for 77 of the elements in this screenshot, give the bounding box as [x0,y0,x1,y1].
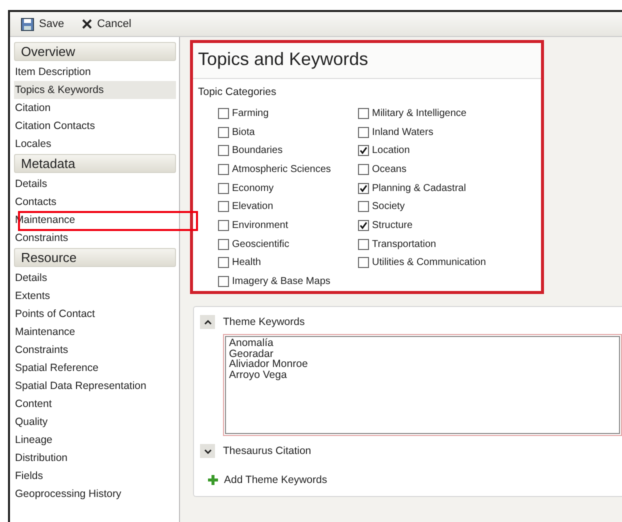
checkbox[interactable] [358,201,369,212]
sidebar-item[interactable]: Citation [14,99,176,117]
sidebar-item[interactable]: Quality [14,413,176,431]
save-button[interactable]: Save [18,16,68,32]
sidebar-item[interactable]: Topics & Keywords [14,81,176,99]
checkbox[interactable] [218,276,229,288]
collapse-button[interactable] [200,315,215,329]
sidebar-item[interactable]: Constraints [14,229,176,247]
checkbox[interactable] [218,238,229,250]
category-checkbox[interactable]: Boundaries [218,141,358,160]
cancel-button[interactable]: Cancel [79,16,134,32]
checkbox[interactable] [358,164,369,175]
close-icon [82,19,92,29]
checkbox[interactable] [358,126,369,138]
checkbox[interactable] [218,201,229,212]
checkbox[interactable] [358,145,369,156]
sidebar-item[interactable]: Item Description [14,63,176,81]
sidebar-item[interactable]: Spatial Reference [14,359,176,377]
category-checkbox[interactable]: Health [218,254,358,272]
chevron-up-icon [204,320,212,324]
group-label: Topic Categories [197,85,278,100]
category-checkbox[interactable]: Utilities & Communication [358,254,528,272]
category-checkbox[interactable]: Imagery & Base Maps [218,272,358,291]
plus-icon [208,475,218,485]
category-checkbox[interactable]: Planning & Cadastral [358,178,528,198]
category-checkbox[interactable]: Biota [218,122,358,142]
sidebar-item[interactable]: Maintenance [14,323,176,341]
category-checkbox[interactable]: Oceans [358,160,528,179]
section-header[interactable]: Resource [14,248,176,267]
category-checkbox[interactable]: Atmospheric Sciences [218,160,358,179]
category-checkbox[interactable]: Elevation [218,197,358,216]
sidebar-item[interactable]: Locales [14,135,176,153]
sidebar-item[interactable]: Extents [14,287,176,305]
checkbox[interactable] [358,220,369,231]
add-keywords-button[interactable]: Add Theme Keywords [208,474,328,486]
checkbox[interactable] [358,182,369,194]
sidebar-item[interactable]: Citation Contacts [14,117,176,135]
sidebar-item[interactable]: Points of Contact [14,305,176,323]
keywords-field[interactable]: Anomalía Georadar Aliviador Monroe Arroyo Vega [223,334,622,436]
category-checkbox[interactable]: Inland Waters [358,122,528,142]
sidebar-item[interactable]: Spatial Data Representation [14,377,176,395]
checkbox[interactable] [358,108,369,119]
page-title: Topics and Keywords [193,43,541,79]
sidebar-item[interactable]: Geoprocessing History [14,485,176,503]
save-icon [21,18,34,30]
checkbox[interactable] [218,257,229,268]
sidebar-item[interactable]: Content [14,395,176,413]
category-checkbox[interactable]: Geoscientific [218,234,358,254]
checkbox[interactable] [218,108,229,119]
section-label: Theme Keywords [223,316,305,328]
sidebar-item[interactable]: Distribution [14,449,176,467]
sidebar-item[interactable]: Constraints [14,341,176,359]
sidebar-item[interactable]: Contacts [14,193,176,211]
chevron-down-icon [204,448,212,454]
checkbox[interactable] [218,164,229,175]
section-header[interactable]: Metadata [14,154,176,173]
checkbox[interactable] [358,238,369,250]
category-checkbox[interactable]: Transportation [358,234,528,254]
checkbox[interactable] [218,145,229,156]
sidebar-item[interactable]: Details [14,269,176,287]
section-header[interactable]: Overview [14,42,176,61]
category-checkbox[interactable]: Economy [218,178,358,198]
section-label: Thesaurus Citation [223,445,312,457]
checkbox[interactable] [218,126,229,138]
category-checkbox[interactable]: Location [358,141,528,160]
checkbox[interactable] [358,257,369,268]
sidebar-item[interactable]: Fields [14,467,176,485]
category-checkbox[interactable]: Society [358,197,528,216]
category-checkbox[interactable]: Environment [218,216,358,235]
expand-button[interactable] [200,444,215,458]
checkbox[interactable] [218,220,229,231]
sidebar-item[interactable]: Details [14,175,176,193]
checkbox[interactable] [218,182,229,194]
category-checkbox[interactable]: Military & Intelligence [358,104,528,123]
sidebar-item[interactable]: Lineage [14,431,176,449]
category-checkbox[interactable]: Structure [358,216,528,235]
category-checkbox[interactable]: Farming [218,104,358,123]
